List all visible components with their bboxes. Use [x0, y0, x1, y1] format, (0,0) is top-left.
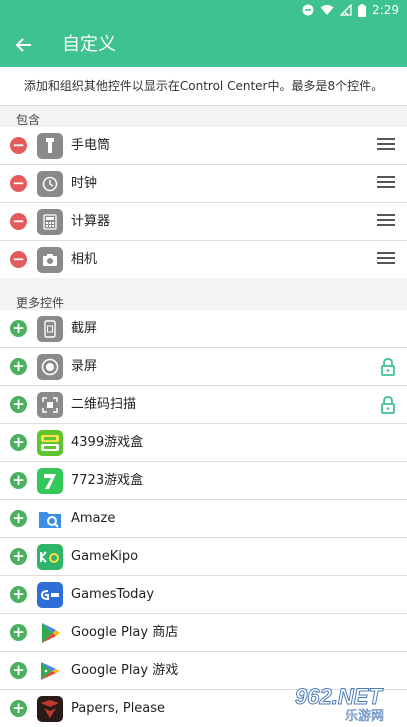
- list-item-label: Google Play 商店: [71, 625, 179, 640]
- add-button[interactable]: +: [10, 510, 27, 527]
- gamekipo-app-icon: [37, 544, 63, 570]
- papers-please-app-icon: [37, 696, 63, 722]
- add-button[interactable]: +: [10, 434, 27, 451]
- google-play-games-icon: [37, 658, 63, 684]
- gamestoday-app-icon: [37, 582, 63, 608]
- list-item-label: 手电筒: [71, 138, 111, 153]
- included-list: − 手电筒 − 时钟 − 计算器 − 相机: [0, 127, 407, 278]
- list-item-label: 计算器: [71, 214, 111, 229]
- remove-button[interactable]: −: [10, 175, 27, 192]
- drag-handle-icon[interactable]: [377, 138, 395, 152]
- included-row-clock[interactable]: − 时钟: [0, 165, 407, 203]
- battery-icon: [358, 3, 367, 17]
- add-button[interactable]: +: [10, 548, 27, 565]
- list-item-label: Google Play 游戏: [71, 663, 179, 678]
- list-item-label: Amaze: [71, 511, 116, 526]
- back-arrow-icon[interactable]: [12, 33, 36, 57]
- screenshot-icon: [37, 316, 63, 342]
- list-item-label: 时钟: [71, 176, 98, 191]
- 4399-app-icon: [37, 430, 63, 456]
- page-title: 自定义: [62, 34, 116, 55]
- google-play-store-icon: [37, 620, 63, 646]
- app-bar: 自定义: [0, 23, 407, 67]
- more-row-qr-scan[interactable]: + 二维码扫描: [0, 386, 407, 424]
- add-button[interactable]: +: [10, 700, 27, 717]
- list-item-label: 二维码扫描: [71, 397, 137, 412]
- flashlight-icon: [37, 133, 63, 159]
- 7723-app-icon: [37, 468, 63, 494]
- camera-icon: [37, 247, 63, 273]
- more-row-7723[interactable]: + 7723游戏盒: [0, 462, 407, 500]
- remove-button[interactable]: −: [10, 213, 27, 230]
- more-row-screenshot[interactable]: + 截屏: [0, 310, 407, 348]
- included-row-calculator[interactable]: − 计算器: [0, 203, 407, 241]
- amaze-app-icon: [37, 506, 63, 532]
- lock-icon: [379, 395, 397, 415]
- qr-scan-icon: [37, 392, 63, 418]
- more-row-screen-record[interactable]: + 录屏: [0, 348, 407, 386]
- list-item-label: Papers, Please: [71, 701, 166, 716]
- drag-handle-icon[interactable]: [377, 214, 395, 228]
- description-text: 添加和组织其他控件以显示在Control Center中。最多是8个控件。: [0, 67, 407, 106]
- wifi-icon: [320, 4, 334, 16]
- list-item-label: GameKipo: [71, 549, 139, 564]
- lock-icon: [379, 357, 397, 377]
- drag-handle-icon[interactable]: [377, 176, 395, 190]
- add-button[interactable]: +: [10, 358, 27, 375]
- clock-icon: [37, 171, 63, 197]
- list-item-label: GamesToday: [71, 587, 155, 602]
- add-button[interactable]: +: [10, 472, 27, 489]
- add-button[interactable]: +: [10, 586, 27, 603]
- add-button[interactable]: +: [10, 662, 27, 679]
- screen-record-icon: [37, 354, 63, 380]
- more-row-gamestoday[interactable]: + GamesToday: [0, 576, 407, 614]
- add-button[interactable]: +: [10, 624, 27, 641]
- list-item-label: 7723游戏盒: [71, 473, 144, 488]
- watermark-logo: 962.NET 乐游网: [291, 682, 401, 725]
- status-bar: 2:29: [0, 0, 407, 23]
- more-row-google-play-store[interactable]: + Google Play 商店: [0, 614, 407, 652]
- list-item-label: 录屏: [71, 359, 98, 374]
- remove-button[interactable]: −: [10, 137, 27, 154]
- list-item-label: 截屏: [71, 321, 98, 336]
- list-item-label: 4399游戏盒: [71, 435, 144, 450]
- svg-text:乐游网: 乐游网: [345, 709, 384, 722]
- add-button[interactable]: +: [10, 396, 27, 413]
- section-label-more: 更多控件: [16, 296, 65, 310]
- add-button[interactable]: +: [10, 320, 27, 337]
- section-label-included: 包含: [16, 113, 41, 127]
- signal-icon: [340, 4, 352, 16]
- dnd-icon: [302, 4, 314, 16]
- included-row-camera[interactable]: − 相机: [0, 241, 407, 278]
- remove-button[interactable]: −: [10, 251, 27, 268]
- included-row-flashlight[interactable]: − 手电筒: [0, 127, 407, 165]
- calculator-icon: [37, 209, 63, 235]
- more-controls-list: + 截屏 + 录屏 + 二维码扫描 + 4399游戏盒 + 7723游戏盒 + …: [0, 310, 407, 727]
- more-row-4399[interactable]: + 4399游戏盒: [0, 424, 407, 462]
- more-row-amaze[interactable]: + Amaze: [0, 500, 407, 538]
- more-row-gamekipo[interactable]: + GameKipo: [0, 538, 407, 576]
- svg-text:962.NET: 962.NET: [295, 684, 383, 709]
- status-time: 2:29: [372, 3, 399, 17]
- list-item-label: 相机: [71, 252, 98, 267]
- drag-handle-icon[interactable]: [377, 252, 395, 266]
